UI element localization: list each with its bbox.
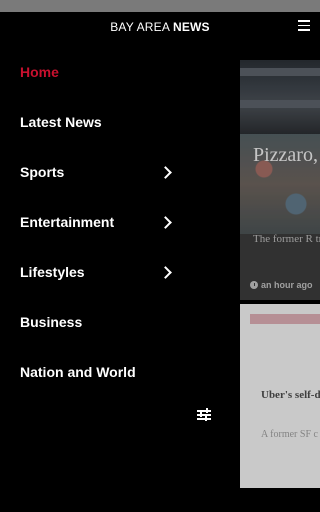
nav-item-home[interactable]: Home — [20, 57, 180, 87]
nav-item-sports[interactable]: Sports — [20, 157, 180, 187]
nav-item-label: Lifestyles — [20, 264, 85, 280]
nav-item-nation-and-world[interactable]: Nation and World — [20, 357, 180, 387]
nav-item-business[interactable]: Business — [20, 307, 180, 337]
chevron-right-icon[interactable] — [159, 216, 172, 229]
nav-item-entertainment[interactable]: Entertainment — [20, 207, 180, 237]
nav-item-label: Sports — [20, 164, 65, 180]
nav-item-label: Home — [20, 64, 59, 80]
nav-item-label: Business — [20, 314, 83, 330]
brand-logo: BAY AREA NEWS — [110, 20, 210, 34]
chevron-right-icon[interactable] — [159, 266, 172, 279]
app-bar: BAY AREA NEWS — [0, 12, 320, 42]
nav-item-label: Nation and World — [20, 364, 136, 380]
hamburger-icon[interactable] — [298, 20, 310, 32]
sliders-icon[interactable] — [196, 408, 212, 422]
nav-item-label: Latest News — [20, 114, 102, 130]
nav-item-lifestyles[interactable]: Lifestyles — [20, 257, 180, 287]
nav-item-latest-news[interactable]: Latest News — [20, 107, 180, 137]
chevron-right-icon[interactable] — [159, 166, 172, 179]
navigation-drawer: Home Latest News Sports Entertainment Li… — [0, 42, 240, 512]
status-bar — [0, 0, 320, 12]
nav-item-label: Entertainment — [20, 214, 115, 230]
drawer-scrim[interactable] — [240, 42, 320, 512]
